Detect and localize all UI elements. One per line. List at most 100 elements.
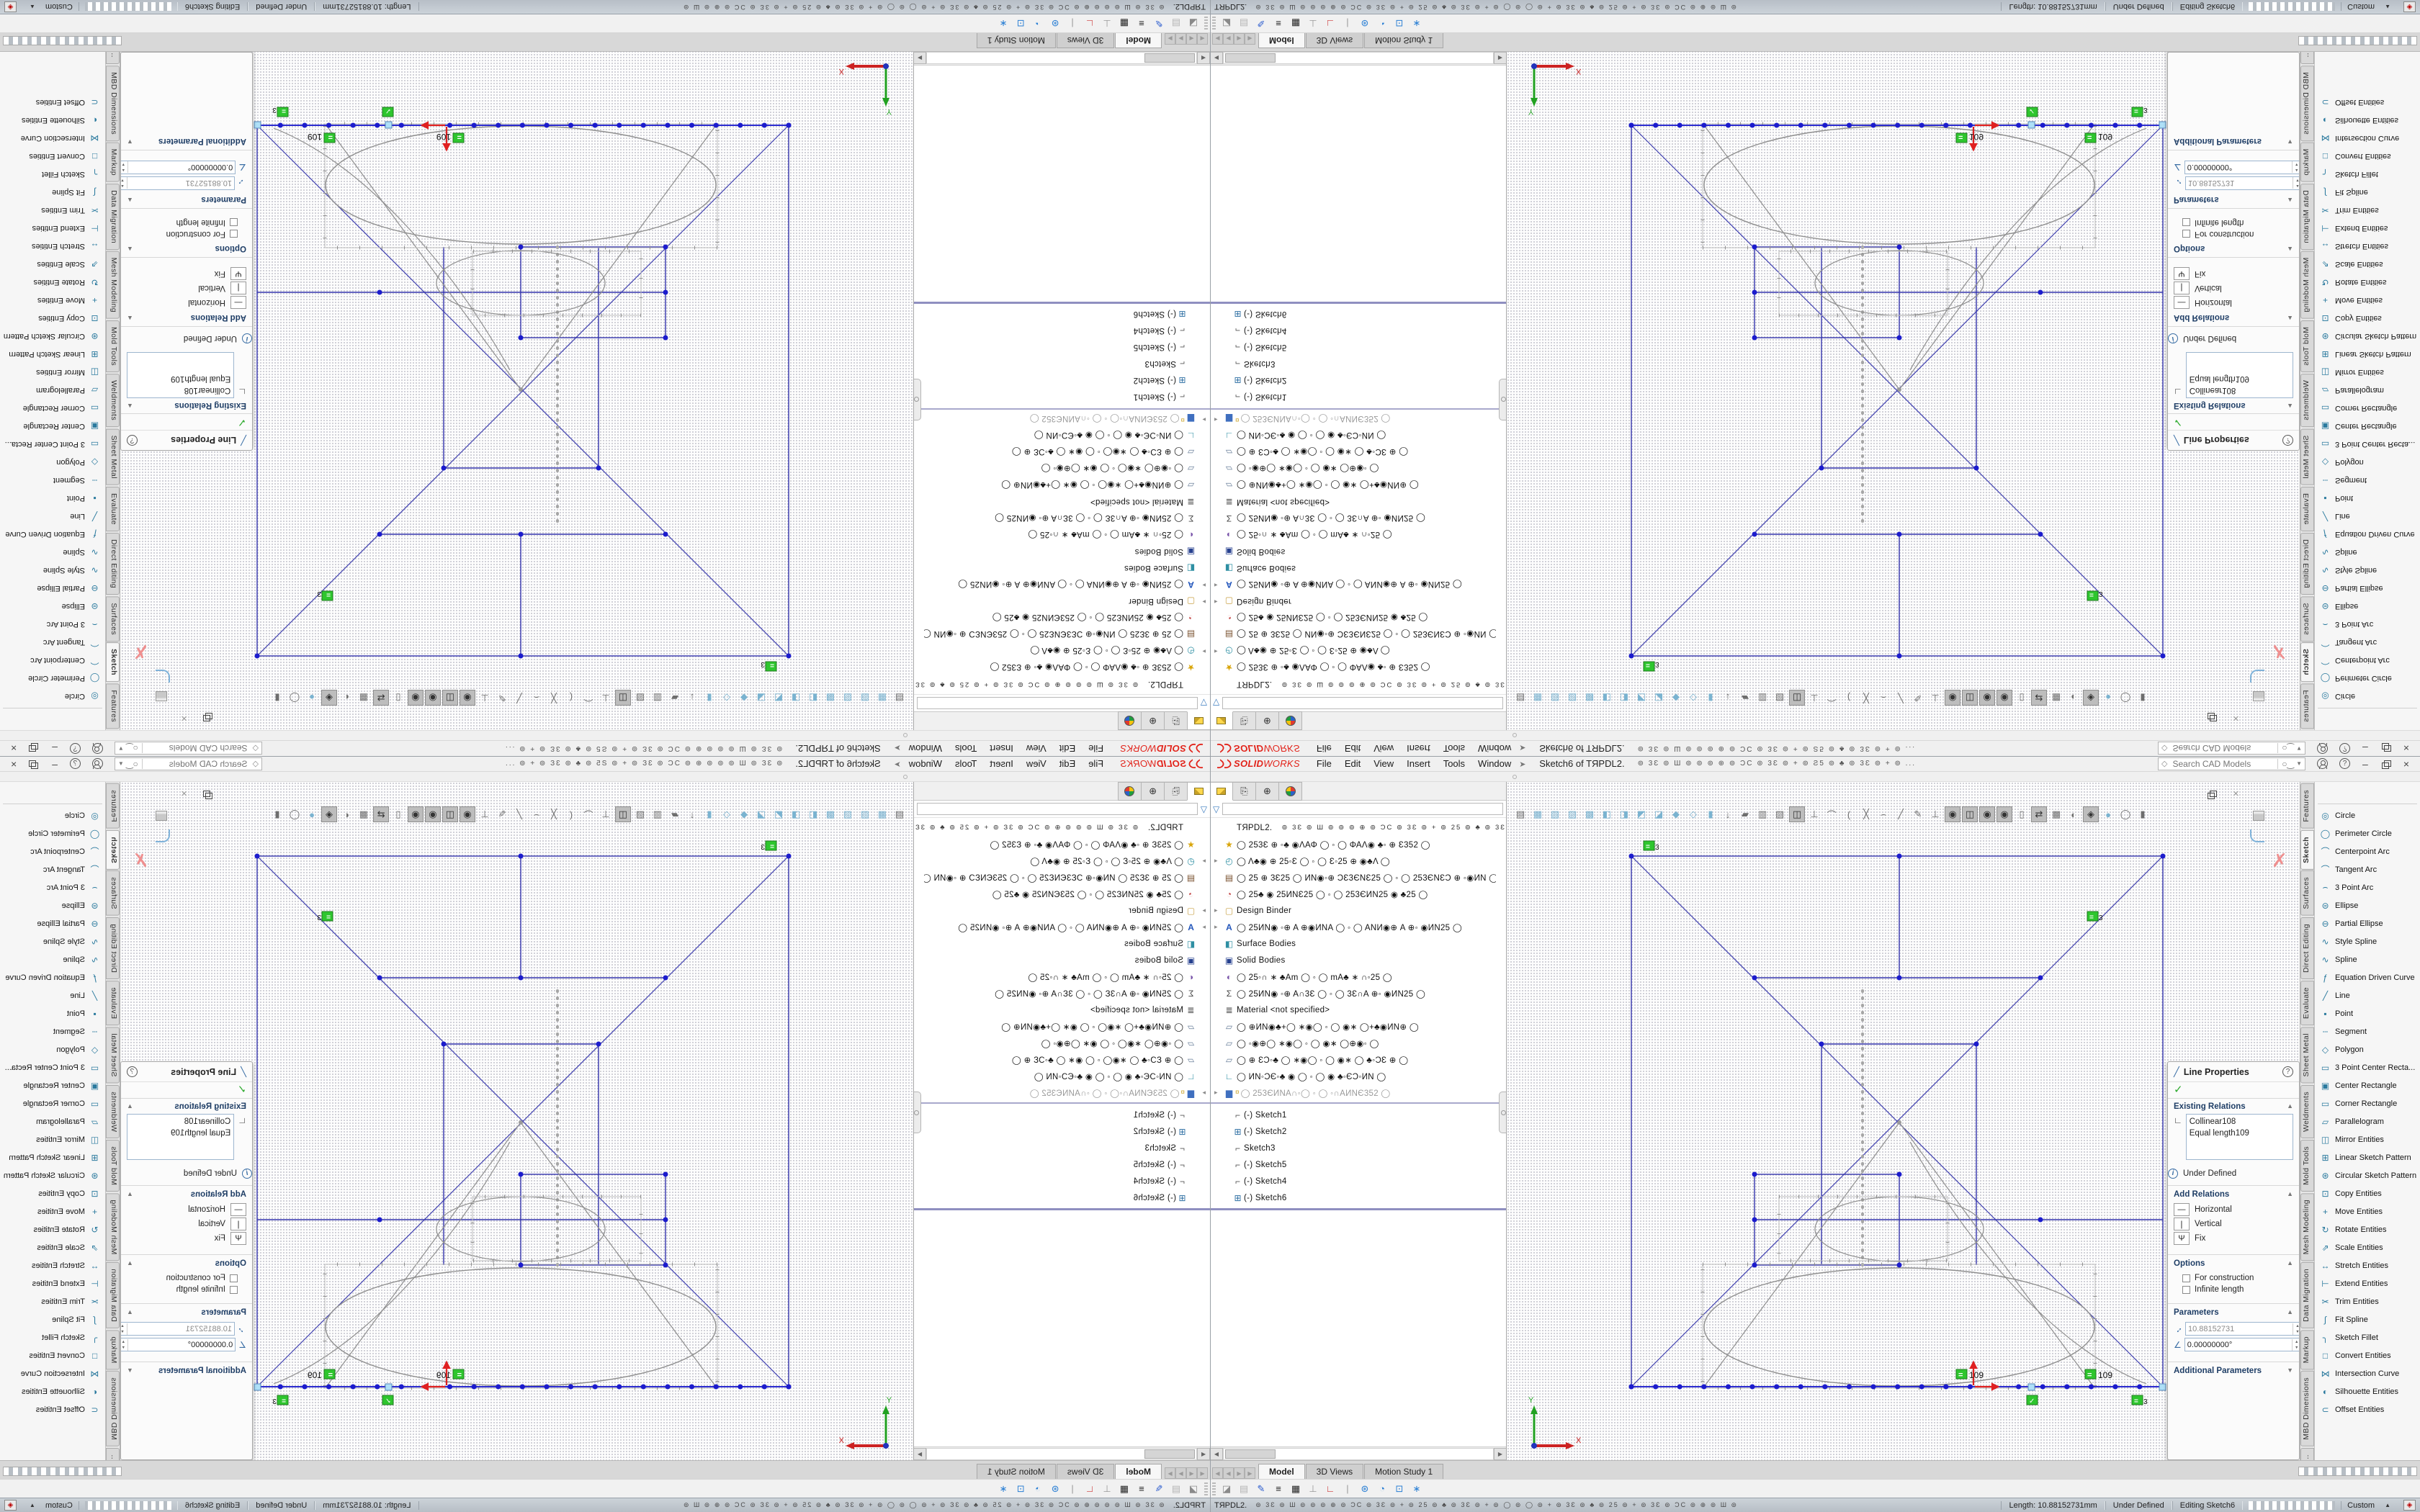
markup-tool-icon[interactable]: ≡ <box>1133 1483 1150 1495</box>
flyout-tool[interactable]: ⊞ Linear Sketch Pattern <box>2315 346 2420 364</box>
angle-spinner[interactable]: ▲▼ <box>120 1339 128 1351</box>
view-tool-icon[interactable]: ◫ <box>615 690 631 706</box>
search-icon[interactable]: ○‿ <box>2277 744 2294 754</box>
commandmanager-tab[interactable]: Features <box>2300 783 2314 829</box>
flyout-tool[interactable]: ╮ Sketch Fillet <box>0 1328 105 1346</box>
relation-badge-3a[interactable]: = 3 <box>761 660 776 671</box>
markup-tool-icon[interactable]: ▦ <box>1116 1483 1133 1495</box>
view-tool-icon[interactable]: ◪ <box>753 806 769 822</box>
markup-tool-icon[interactable]: ∟ <box>1322 1483 1339 1495</box>
commandmanager-tab[interactable]: MBD Dimensions <box>2300 1371 2314 1446</box>
tab-nav-icon[interactable]: ▶ <box>1234 1467 1245 1479</box>
filter-icon[interactable]: ▽ <box>1213 804 1219 814</box>
help-icon[interactable]: ? <box>70 758 81 769</box>
view-tool-icon[interactable]: ▥ <box>650 806 666 822</box>
relation-badge-check[interactable]: ✓ <box>2027 107 2038 117</box>
flyout-tool[interactable]: ⇗ Scale Entities <box>2315 256 2420 274</box>
flyout-tool[interactable]: ◫ Mirror Entities <box>0 1130 105 1148</box>
tree-item[interactable]: ▱ ◯ ⊕ИΝ◉♣+◯ ∗◉◯ ◦ ◯ ◉∗ ◯+♣◉ИΝ⊕ ◯ <box>914 1018 1210 1035</box>
flyout-tool[interactable]: ↻ Rotate Entities <box>2315 1220 2420 1238</box>
relation-entry[interactable]: Equal length109 <box>130 1128 230 1139</box>
relation-badge-check[interactable]: ✓ <box>382 107 393 117</box>
angle-input[interactable] <box>2185 1341 2292 1349</box>
sketch-item[interactable]: ⌐ (-) Sketch4 <box>1210 323 1506 339</box>
view-tool-icon[interactable]: ◉ <box>1945 806 1960 822</box>
commandmanager-tab[interactable]: Sketch <box>2300 830 2314 870</box>
menu-item[interactable]: File <box>1082 742 1110 755</box>
additional-parameters-header[interactable]: Additional Parameters▼ <box>2168 1363 2299 1377</box>
menu-item[interactable]: View <box>1367 757 1400 770</box>
add-relation-button[interactable]: Ψ Fix <box>2174 267 2293 280</box>
view-tool-icon[interactable]: ◩ <box>771 690 786 706</box>
tree-item[interactable]: ◐ ◯ 25◦∩ ∗ ♣Αm ◯ ◦ ◯ mΑ♣ ∗ ∩◦25 ◯ <box>1210 968 1506 985</box>
graphics-hscrollbar[interactable] <box>3 36 122 45</box>
options-header[interactable]: Options▲ <box>121 1256 252 1269</box>
tree-hscrollbar[interactable]: ◀ ▶ <box>1210 52 1507 66</box>
graphics-hscrollbar[interactable] <box>2298 1467 2417 1476</box>
panel-splitter[interactable] <box>913 1092 921 1133</box>
search-dropdown-icon[interactable]: ▼ <box>118 745 124 752</box>
view-tool-icon[interactable]: ▩ <box>1582 690 1597 706</box>
flyout-tool[interactable]: ✂ Trim Entities <box>0 202 105 220</box>
search-box[interactable]: ◇ ○‿ ▼ <box>115 742 262 755</box>
commandmanager-tab[interactable]: Direct Editing <box>2300 533 2314 595</box>
document-tab[interactable]: 3D Views <box>1057 1464 1114 1479</box>
commandmanager-tab[interactable]: Sketch <box>2300 643 2314 683</box>
commandmanager-tab[interactable]: Data Migration <box>2300 184 2314 250</box>
scroll-right-icon[interactable]: ▶ <box>913 1448 926 1460</box>
view-tool-icon[interactable]: ✎ <box>494 690 510 706</box>
expand-arrow-icon[interactable]: ▸ <box>1197 415 1206 423</box>
tab-featuremanager[interactable] <box>1210 711 1233 730</box>
tree-filter-input[interactable] <box>917 803 1198 815</box>
tab-nav-icon[interactable]: ◀ <box>1212 33 1223 45</box>
tree-item[interactable]: ◔ ◯ 25♣ ◉ 25ИΝƐ25 ◯ ◦ ◯ 253ЄИΝ25 ◉ ♣25 ◯ <box>1210 610 1506 626</box>
menu-item[interactable]: File <box>1310 742 1338 755</box>
status-custom-dropdown[interactable]: Custom▲ <box>2341 1501 2396 1510</box>
view-tool-icon[interactable]: ▮ <box>1703 806 1718 822</box>
view-tool-icon[interactable]: ◉ <box>425 690 441 706</box>
menu-item[interactable]: Insert <box>983 757 1020 770</box>
ok-check-icon[interactable]: ✓ <box>121 413 252 430</box>
flyout-tool[interactable]: ┄ Segment <box>2315 472 2420 490</box>
markup-tool-icon[interactable]: ◪ <box>1218 18 1235 30</box>
view-tool-icon[interactable]: ⌒ <box>1824 806 1839 822</box>
view-tool-icon[interactable]: ▨ <box>840 806 856 822</box>
commandmanager-tab[interactable]: Mesh Modeling <box>2300 1193 2314 1261</box>
flyout-tool[interactable]: ∿ Spline <box>0 544 105 562</box>
restore-button[interactable] <box>2382 760 2390 768</box>
commandmanager-tab[interactable]: Data Migration <box>2300 1262 2314 1328</box>
search-box[interactable]: ◇ ○‿ ▼ <box>2158 757 2305 770</box>
panel-splitter[interactable] <box>1499 379 1507 420</box>
sketch-item[interactable]: ⊞ (-) Sketch6 <box>914 1189 1210 1206</box>
flyout-tool[interactable]: + Move Entities <box>0 292 105 310</box>
markup-tool-icon[interactable]: ▦ <box>1287 18 1304 30</box>
markup-tool-icon[interactable]: ⊥ <box>1304 1483 1322 1495</box>
scroll-thumb[interactable] <box>1144 54 1195 63</box>
menu-item[interactable]: File <box>1310 757 1338 770</box>
tree-item[interactable]: ◐ ◯ 25◦∩ ∗ ♣Αm ◯ ◦ ◯ mΑ♣ ∗ ∩◦25 ◯ <box>1210 527 1506 544</box>
flyout-tool[interactable]: ∫ Fit Spline <box>0 1310 105 1328</box>
parameters-header[interactable]: Parameters▲ <box>121 1305 252 1318</box>
checkbox[interactable] <box>2182 1274 2190 1282</box>
view-tool-icon[interactable]: ▨ <box>1564 806 1580 822</box>
flyout-tool[interactable]: ⌢ 3 Point Arc <box>2315 616 2420 634</box>
flyout-tool[interactable]: ⌒ Centerpoint Arc <box>0 652 105 670</box>
menu-item[interactable]: Edit <box>1338 742 1367 755</box>
view-tool-icon[interactable]: ◫ <box>1962 806 1978 822</box>
markup-tool-icon[interactable]: ⊡ <box>1391 18 1408 30</box>
view-tool-icon[interactable]: ╱ <box>1893 690 1909 706</box>
tab-propertymanager[interactable]: ⎘ <box>1233 711 1256 730</box>
tree-item[interactable]: ▣ Solid Bodies <box>1210 952 1506 968</box>
tab-nav-icon[interactable]: ▶ <box>1175 33 1186 45</box>
tree-item[interactable]: ∟ ◯ ИΝ◦ƆЄ◦♣ ◉ ◯ ◦ ◯ ◉ ♣◦ЄƆ◦ИΝ ◯ <box>914 428 1210 444</box>
view-tool-icon[interactable]: ◉ <box>408 690 424 706</box>
view-tool-icon[interactable]: ▤ <box>1512 690 1528 706</box>
view-tool-icon[interactable]: ⊥ <box>598 806 614 822</box>
relation-badge-check[interactable]: ✓ <box>382 1395 393 1405</box>
tree-item[interactable]: ▣ Solid Bodies <box>914 952 1210 968</box>
tree-item[interactable]: ▸ ◴ ◯ Λ♣◉ ⊕ 25◦Ɛ ◯ ◦ ◯ Ɛ◦25 ⊕ ◉♣Λ ◯ <box>914 852 1210 869</box>
menu-item[interactable]: View <box>1020 742 1053 755</box>
view-tool-icon[interactable]: ▯ <box>2014 690 2030 706</box>
minimize-button[interactable]: – <box>2356 758 2375 770</box>
tree-item[interactable]: ▸ ▢ Design Binder <box>1210 902 1506 919</box>
